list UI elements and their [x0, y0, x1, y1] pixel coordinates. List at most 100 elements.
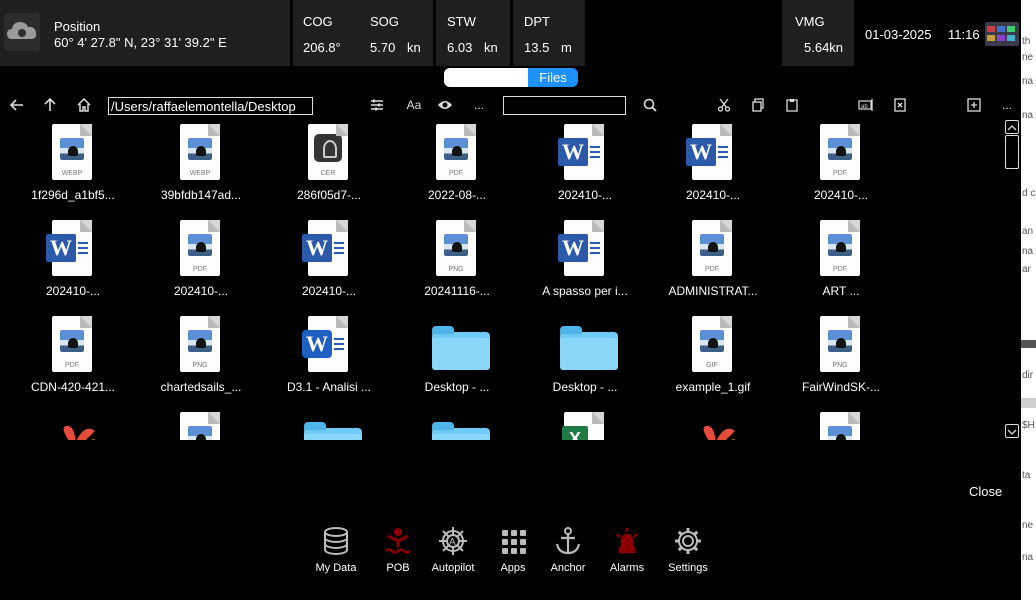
folder-icon — [432, 412, 490, 440]
file-name: CDN-420-421... — [30, 380, 116, 394]
word-document-icon: W — [46, 220, 96, 280]
tab-files[interactable]: Files — [528, 68, 578, 87]
file-item[interactable]: W 202410-... — [520, 118, 640, 208]
svg-text:A: A — [449, 537, 456, 548]
certificate-icon: CER — [304, 124, 352, 184]
paste-icon[interactable] — [783, 96, 801, 114]
dpt-label: DPT — [524, 14, 550, 29]
file-item[interactable]: PNG chartedsails_... — [136, 310, 256, 400]
search-icon[interactable] — [641, 96, 659, 114]
dock-item-label: Settings — [668, 562, 708, 574]
image-file-icon: PDF — [432, 124, 480, 184]
file-name: 39bfdb147ad... — [160, 188, 242, 202]
font-toggle-button[interactable]: Aa — [403, 96, 425, 114]
file-item[interactable]: PDF 202410-... — [136, 214, 256, 304]
file-item[interactable]: WEBP 1f296d_a1bf5... — [8, 118, 128, 208]
dock-item-my-data[interactable]: My Data — [306, 526, 366, 576]
scroll-down-button[interactable] — [1005, 424, 1019, 438]
file-item[interactable] — [648, 406, 768, 440]
file-ext-label: GIF — [706, 362, 718, 369]
dock-item-label: Autopilot — [431, 562, 475, 574]
file-item[interactable]: CER 286f05d7-... — [264, 118, 384, 208]
file-item[interactable]: GIF example_1.gif — [648, 310, 768, 400]
svg-text:ab: ab — [861, 104, 868, 110]
gear-icon — [673, 526, 703, 556]
app-switcher-thumbnail[interactable] — [985, 22, 1019, 46]
dock-item-autopilot[interactable]: A Autopilot — [423, 526, 483, 576]
toolbar-overflow-button[interactable]: ... — [998, 96, 1016, 114]
dock-item-pob[interactable]: POB — [368, 526, 428, 576]
grid-scrollbar[interactable] — [1004, 120, 1020, 442]
file-item[interactable]: PNG 20241116-... — [392, 214, 512, 304]
tab-blank[interactable] — [444, 68, 528, 87]
folder-icon — [432, 316, 490, 376]
filter-icon[interactable] — [368, 96, 386, 114]
app-icon — [688, 412, 736, 440]
home-icon[interactable] — [75, 96, 93, 114]
file-name: 202410-... — [557, 188, 613, 202]
position-panel: Position 60° 4' 27.8" N, 23° 31' 39.2" E — [0, 0, 290, 66]
file-item[interactable]: PDF CDN-420-421... — [8, 310, 128, 400]
file-item[interactable]: W 202410-... — [8, 214, 128, 304]
image-file-icon: PDF — [176, 220, 224, 280]
bg-text: d c — [1022, 188, 1036, 199]
folder-item[interactable]: Desktop - ... — [392, 310, 512, 400]
file-item[interactable]: W D3.1 - Analisi ... — [264, 310, 384, 400]
copy-icon[interactable] — [749, 96, 767, 114]
file-ext-label: PNG — [832, 362, 848, 369]
file-item[interactable] — [776, 406, 896, 440]
file-name: 2022-08-... — [427, 188, 487, 202]
time-display: 11:16 — [948, 27, 980, 42]
sog-label: SOG — [370, 14, 399, 29]
scroll-thumb[interactable] — [1005, 135, 1019, 169]
dock-item-anchor[interactable]: Anchor — [538, 526, 598, 576]
date-display: 01-03-2025 — [865, 27, 932, 42]
file-ext-label: PDF — [449, 170, 463, 177]
file-name: 202410-... — [173, 284, 229, 298]
search-input[interactable] — [503, 96, 626, 115]
file-item[interactable] — [136, 406, 256, 440]
cog-value: 206.8° — [303, 40, 341, 55]
bg-text: na — [1022, 552, 1034, 563]
file-item[interactable]: W 202410-... — [648, 118, 768, 208]
bg-text: na — [1022, 110, 1034, 121]
delete-icon[interactable] — [891, 96, 909, 114]
file-item[interactable] — [8, 406, 128, 440]
eye-icon[interactable] — [436, 96, 454, 114]
file-item[interactable]: PNG FairWindSK-... — [776, 310, 896, 400]
cloud-icon[interactable] — [4, 13, 40, 51]
rename-icon[interactable]: ab — [857, 96, 875, 114]
new-folder-icon[interactable] — [965, 96, 983, 114]
file-item[interactable]: W A spasso per i... — [520, 214, 640, 304]
word-document-icon: W — [558, 220, 608, 280]
file-grid: WEBP 1f296d_a1bf5... WEBP 39bfdb147ad... CER… — [0, 118, 1000, 440]
file-item[interactable]: X — [520, 406, 640, 440]
helm-icon: A — [438, 526, 468, 556]
cog-label: COG — [303, 14, 333, 29]
file-item[interactable]: PDF 202410-... — [776, 118, 896, 208]
file-item[interactable]: PDF ART ... — [776, 214, 896, 304]
dock-item-alarms[interactable]: Alarms — [597, 526, 657, 576]
file-name: 202410-... — [685, 188, 741, 202]
close-button[interactable]: Close — [969, 484, 1002, 499]
dock-item-settings[interactable]: Settings — [658, 526, 718, 576]
up-icon[interactable] — [41, 96, 59, 114]
folder-item[interactable] — [392, 406, 512, 440]
more-options-button[interactable]: ... — [470, 96, 488, 114]
database-icon — [321, 526, 351, 556]
file-ext-label: PDF — [705, 266, 719, 273]
cut-icon[interactable] — [715, 96, 733, 114]
folder-item[interactable] — [264, 406, 384, 440]
file-item[interactable]: W 202410-... — [264, 214, 384, 304]
back-icon[interactable] — [8, 96, 26, 114]
dock-item-label: Apps — [500, 562, 526, 574]
position-value: 60° 4' 27.8" N, 23° 31' 39.2" E — [54, 35, 227, 50]
file-item[interactable]: WEBP 39bfdb147ad... — [136, 118, 256, 208]
file-item[interactable]: PDF 2022-08-... — [392, 118, 512, 208]
dock-item-apps[interactable]: Apps — [483, 526, 543, 576]
file-item[interactable]: PDF ADMINISTRAT... — [648, 214, 768, 304]
scroll-up-button[interactable] — [1005, 120, 1019, 134]
file-name: ART ... — [822, 284, 860, 298]
folder-item[interactable]: Desktop - ... — [520, 310, 640, 400]
path-input[interactable] — [108, 97, 313, 115]
